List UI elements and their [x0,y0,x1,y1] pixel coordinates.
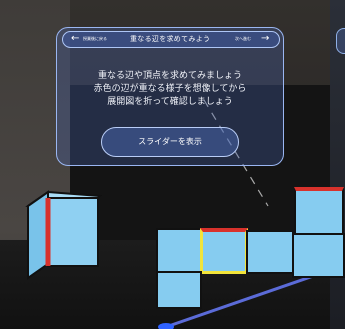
instruction-line: 重なる辺や頂点を求めてみましょう [97,71,242,81]
right-arrow-icon[interactable]: → [261,32,269,46]
instruction-line: 赤色の辺が重なる様子を想像してから [93,84,247,94]
net-face-highlighted[interactable] [200,228,248,274]
net-face-bottom[interactable] [156,271,202,309]
folded-cube[interactable] [18,190,108,285]
left-arrow-icon[interactable]: ← [71,32,79,46]
header-bar: ← 授業後に戻る 重なる辺を求めてみよう 次へ進む → [62,31,280,48]
instruction-line: 展開図を折って確認しましょう [107,97,233,107]
page-title: 重なる辺を求めてみよう [130,35,211,43]
net-face-top-right[interactable] [294,187,344,235]
back-button-label[interactable]: 授業後に戻る [83,32,107,46]
next-button-label[interactable]: 次へ進む [235,32,251,46]
net-face-right[interactable] [292,233,345,278]
instruction-text: 重なる辺や頂点を求めてみましょう 赤色の辺が重なる様子を想像してから 展開図を折… [66,70,274,109]
show-slider-button[interactable]: スライダーを表示 [101,127,239,157]
net-face-left[interactable] [156,228,202,273]
net-face-center-right[interactable] [246,230,294,274]
